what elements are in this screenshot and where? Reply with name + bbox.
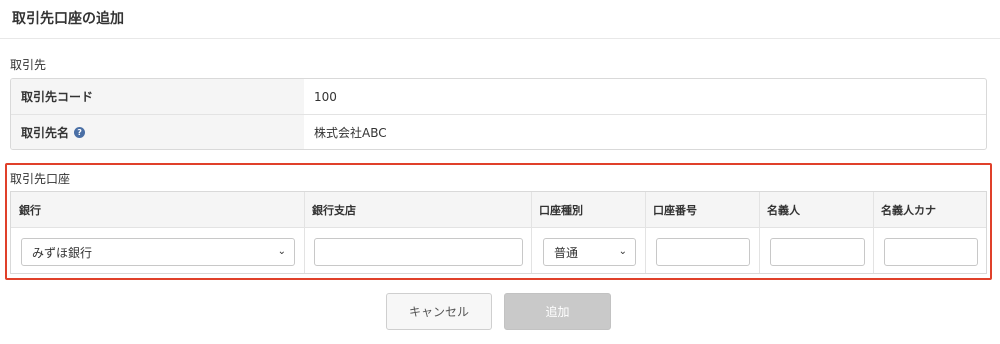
page-title: 取引先口座の追加 — [12, 11, 124, 27]
partner-name-row: 取引先名 ? 株式会社ABC — [11, 115, 986, 149]
partner-name-key: 取引先名 ? — [11, 115, 304, 149]
partner-code-value: 100 — [314, 89, 337, 104]
branch-input[interactable] — [314, 238, 523, 266]
account-type-select[interactable]: 普通 ⌄ — [543, 238, 636, 266]
bank-select[interactable]: みずほ銀行 ⌄ — [21, 238, 295, 266]
header-holder-kana: 名義人カナ — [881, 204, 936, 217]
account-section-label: 取引先口座 — [10, 172, 71, 186]
holder-kana-input[interactable] — [884, 238, 978, 266]
bank-select-value: みずほ銀行 — [32, 245, 93, 260]
header-holder: 名義人 — [767, 204, 800, 217]
cancel-button[interactable]: キャンセル — [386, 293, 492, 330]
question-circle-icon[interactable]: ? — [74, 127, 86, 138]
partner-info-table: 取引先コード 100 取引先名 ? 株式会社ABC — [10, 78, 987, 150]
add-button[interactable]: 追加 — [504, 293, 611, 330]
account-table: 銀行 銀行支店 口座種別 口座番号 名義人 名義人カナ みずほ銀行 ⌄ 普通 ⌄ — [10, 191, 987, 274]
holder-input[interactable] — [770, 238, 865, 266]
partner-name-key-label: 取引先名 — [21, 126, 70, 140]
chevron-down-icon: ⌄ — [618, 246, 627, 257]
chevron-down-icon: ⌄ — [277, 246, 286, 257]
account-type-select-value: 普通 — [554, 245, 579, 260]
header-account-type: 口座種別 — [539, 204, 583, 217]
header-branch: 銀行支店 — [312, 204, 356, 217]
partner-code-row: 取引先コード 100 — [11, 79, 986, 114]
partner-section-label: 取引先 — [10, 58, 47, 72]
partner-name-value: 株式会社ABC — [314, 126, 387, 140]
account-table-header — [11, 192, 986, 228]
partner-code-key: 取引先コード — [11, 79, 304, 114]
header-account-number: 口座番号 — [653, 204, 697, 217]
account-number-input[interactable] — [656, 238, 750, 266]
title-divider — [0, 38, 1000, 39]
header-bank: 銀行 — [19, 204, 41, 217]
